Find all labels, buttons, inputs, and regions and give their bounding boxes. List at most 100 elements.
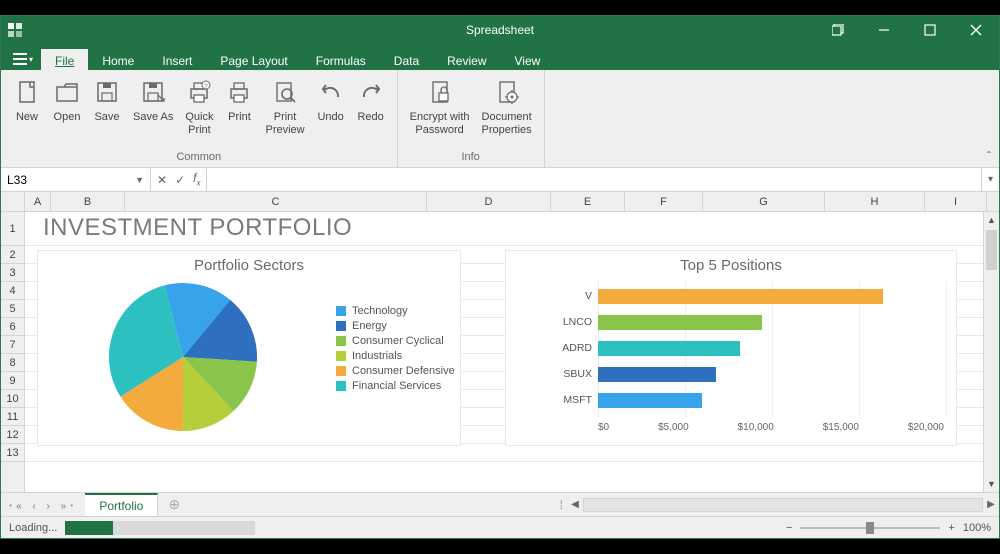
open-button[interactable]: Open [47,72,87,150]
scroll-left-icon[interactable]: ◀ [567,499,583,510]
formula-input[interactable] [207,168,981,191]
status-text: Loading... [9,522,57,534]
close-button[interactable] [953,16,999,44]
legend-item: Industrials [336,350,455,362]
app-menu-icon[interactable]: ▾ [9,48,37,70]
bar-chart-body: VLNCOADRDSBUXMSFT [558,283,944,417]
redo-icon [358,76,384,108]
row-header[interactable]: 3 [1,264,24,282]
print-button[interactable]: Print [219,72,259,150]
horizontal-scrollbar[interactable]: ⁞ ◀ ▶ [560,493,999,516]
row-header[interactable]: 7 [1,336,24,354]
cell-reference: L33 [7,173,27,187]
name-box[interactable]: L33 ▼ [1,168,151,191]
scroll-track[interactable] [583,498,983,512]
collapse-ribbon-icon[interactable]: ˆ [987,149,991,163]
row-header[interactable]: 12 [1,426,24,444]
column-header[interactable]: A [25,192,51,211]
column-header[interactable]: F [625,192,703,211]
folder-icon [54,76,80,108]
encrypt-with-password-button[interactable]: Encrypt withPassword [404,72,476,150]
undo-button[interactable]: Undo [311,72,351,150]
restore-window-icon[interactable] [815,16,861,44]
row-header[interactable]: 1 [1,212,24,246]
save-as-button[interactable]: Save As [127,72,179,150]
maximize-button[interactable] [907,16,953,44]
zoom-out-button[interactable]: − [786,522,792,534]
row-header[interactable]: 4 [1,282,24,300]
row-header[interactable]: 9 [1,372,24,390]
scroll-thumb[interactable] [986,230,997,270]
axis-tick: $20,000 [908,422,944,433]
column-header[interactable]: E [551,192,625,211]
pie-chart[interactable]: Portfolio Sectors TechnologyEnergyConsum… [37,250,461,446]
preview-icon [272,76,298,108]
cancel-formula-icon[interactable]: ✕ [157,173,167,187]
saveas-icon [140,76,166,108]
sheet-tab-bar: ꞏ« ‹ › »ꞏ Portfolio ⊕ ⁞ ◀ ▶ [1,492,999,516]
bar-row: V [558,283,944,309]
redo-button[interactable]: Redo [351,72,391,150]
row-header[interactable]: 13 [1,444,24,462]
legend-item: Energy [336,320,455,332]
row-header[interactable]: 5 [1,300,24,318]
save-icon [94,76,120,108]
chevron-down-icon[interactable]: ▼ [135,175,144,185]
fx-icon[interactable]: fx [193,171,200,187]
scroll-up-icon[interactable]: ▲ [984,212,999,228]
document-properties-button[interactable]: DocumentProperties [476,72,538,150]
app-logo [1,16,29,44]
doc-icon [14,76,40,108]
scroll-right-icon[interactable]: ▶ [983,499,999,510]
page-title: INVESTMENT PORTFOLIO [43,214,352,242]
chart-title: Top 5 Positions [506,251,956,278]
row-header[interactable]: 11 [1,408,24,426]
bar-row: MSFT [558,387,944,413]
zoom-level: 100% [963,522,991,534]
column-header[interactable]: D [427,192,551,211]
row-header[interactable]: 8 [1,354,24,372]
column-header[interactable]: H [825,192,925,211]
bar-axis: $0$5,000$10,000$15,000$20,000 [598,422,944,433]
scroll-down-icon[interactable]: ▼ [984,476,999,492]
save-button[interactable]: Save [87,72,127,150]
status-bar: Loading... − + 100% [1,516,999,538]
add-sheet-button[interactable]: ⊕ [158,496,190,513]
column-header[interactable] [1,192,25,211]
row-header[interactable]: 6 [1,318,24,336]
bar-chart[interactable]: Top 5 Positions VLNCOADRDSBUXMSFT $0 $5,0… [505,250,957,446]
ribbon-group-label: Info [404,150,538,165]
sheet-nav-buttons[interactable]: ꞏ« ‹ › »ꞏ [1,498,85,512]
encrypt-icon [427,76,453,108]
minimize-button[interactable] [861,16,907,44]
ribbon-tabs: ▾ FileHomeInsertPage LayoutFormulasDataR… [1,44,999,70]
print-preview-button[interactable]: PrintPreview [259,72,310,150]
axis-tick: $5,000 [658,422,689,433]
column-header[interactable]: G [703,192,825,211]
qprint-icon: ? [186,76,212,108]
zoom-in-button[interactable]: + [948,522,954,534]
new-button[interactable]: New [7,72,47,150]
row-header[interactable]: 10 [1,390,24,408]
legend-item: Financial Services [336,380,455,392]
vertical-scrollbar[interactable]: ▲ ▼ [983,212,999,492]
spreadsheet-grid[interactable]: ABCDEFGHI 12345678910111213 INVESTMENT P… [1,192,999,492]
column-header[interactable]: C [125,192,427,211]
window-title: Spreadsheet [466,23,534,37]
quick-print-button[interactable]: ?QuickPrint [179,72,219,150]
column-header[interactable]: B [51,192,125,211]
titlebar: Spreadsheet [1,16,999,44]
axis-tick: $0 [598,422,609,433]
column-header[interactable]: I [925,192,987,211]
ribbon: NewOpenSaveSave As?QuickPrintPrintPrintP… [1,70,999,168]
sheet-tab-active[interactable]: Portfolio [85,493,158,517]
pie-legend: TechnologyEnergyConsumer CyclicalIndustr… [336,305,455,395]
axis-tick: $15,000 [823,422,859,433]
bar-row: LNCO [558,309,944,335]
bar-row: SBUX [558,361,944,387]
row-header[interactable]: 2 [1,246,24,264]
docprops-icon [494,76,520,108]
expand-formula-icon[interactable]: ▾ [981,168,999,191]
accept-formula-icon[interactable]: ✓ [175,173,185,187]
zoom-slider[interactable] [800,527,940,529]
